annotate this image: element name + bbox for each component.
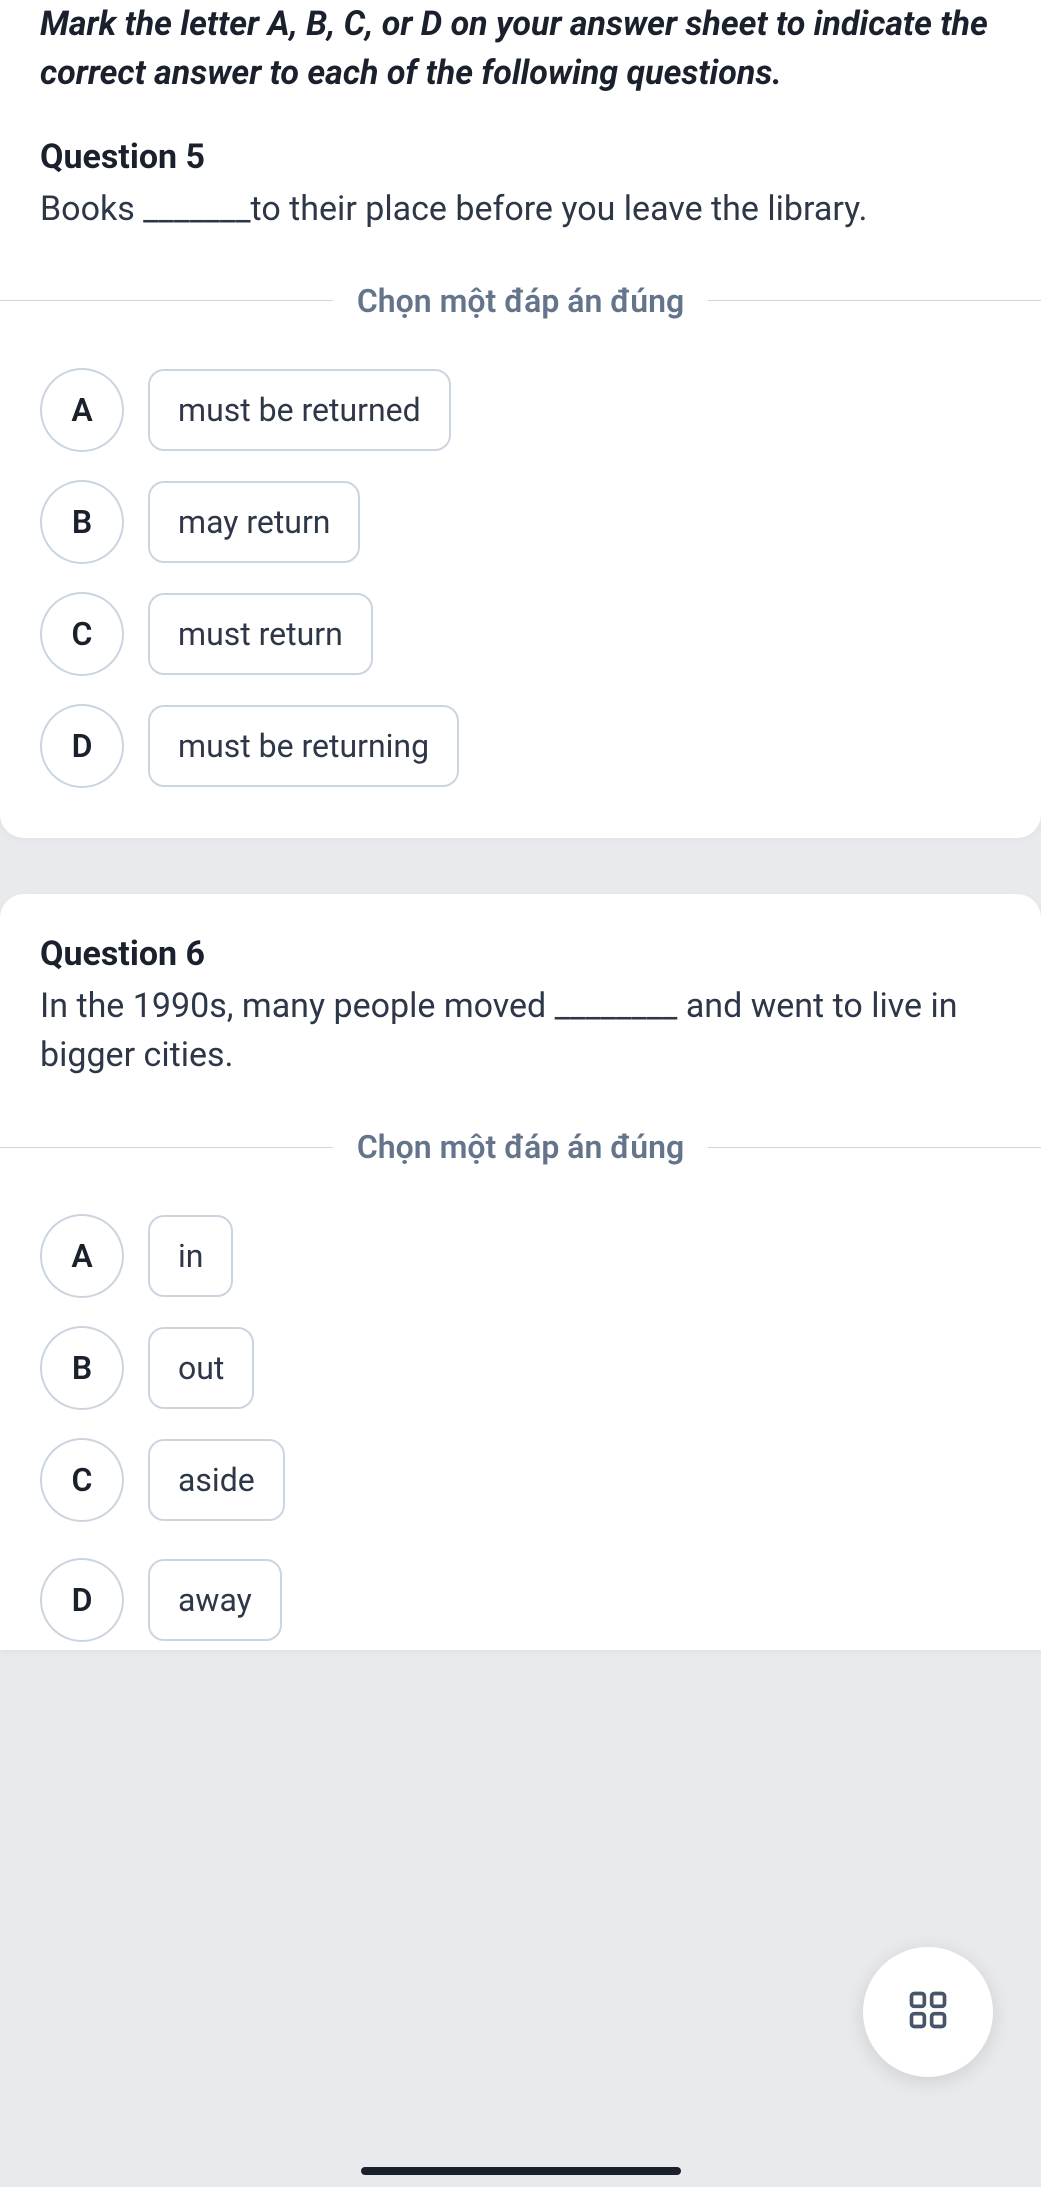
question-5-text: Books _______to their place before you l… [40, 185, 1001, 234]
option-letter: D [40, 1558, 124, 1642]
grid-menu-button[interactable] [863, 1947, 993, 2077]
option-c[interactable]: C must return [40, 592, 1001, 676]
option-letter: C [40, 1438, 124, 1522]
question-6-title: Question 6 [40, 934, 1001, 974]
option-c[interactable]: C aside [40, 1438, 1001, 1522]
question-5-options: A must be returned B may return C must r… [40, 368, 1001, 788]
option-text: aside [148, 1439, 285, 1521]
option-text: out [148, 1327, 254, 1409]
divider-line [708, 300, 1041, 301]
choose-answer-divider: Chọn một đáp án đúng [0, 282, 1041, 320]
choose-answer-divider: Chọn một đáp án đúng [0, 1128, 1041, 1166]
option-letter: C [40, 592, 124, 676]
option-letter: B [40, 480, 124, 564]
option-text: must be returned [148, 369, 451, 451]
option-b[interactable]: B out [40, 1326, 1001, 1410]
option-text: in [148, 1215, 233, 1297]
option-text: must return [148, 593, 373, 675]
option-text: may return [148, 481, 360, 563]
question-5-title: Question 5 [40, 137, 1001, 177]
divider-line [708, 1147, 1041, 1148]
grid-icon [906, 1988, 950, 2036]
option-a[interactable]: A must be returned [40, 368, 1001, 452]
question-6-options: A in B out C aside D away [40, 1214, 1001, 1650]
divider-line [0, 1147, 333, 1148]
option-a[interactable]: A in [40, 1214, 1001, 1298]
option-letter: A [40, 368, 124, 452]
instructions-text: Mark the letter A, B, C, or D on your an… [40, 0, 1001, 99]
option-letter: B [40, 1326, 124, 1410]
divider-label: Chọn một đáp án đúng [333, 1128, 708, 1166]
question-card-5: Mark the letter A, B, C, or D on your an… [0, 0, 1041, 838]
divider-line [0, 300, 333, 301]
option-d[interactable]: D away [40, 1550, 1001, 1650]
divider-label: Chọn một đáp án đúng [333, 282, 708, 320]
option-d[interactable]: D must be returning [40, 704, 1001, 788]
option-text: must be returning [148, 705, 459, 787]
option-letter: A [40, 1214, 124, 1298]
option-b[interactable]: B may return [40, 480, 1001, 564]
home-indicator[interactable] [361, 2167, 681, 2175]
question-6-text: In the 1990s, many people moved ________… [40, 982, 1001, 1081]
question-card-6: Question 6 In the 1990s, many people mov… [0, 894, 1041, 1651]
option-text: away [148, 1559, 282, 1641]
option-letter: D [40, 704, 124, 788]
